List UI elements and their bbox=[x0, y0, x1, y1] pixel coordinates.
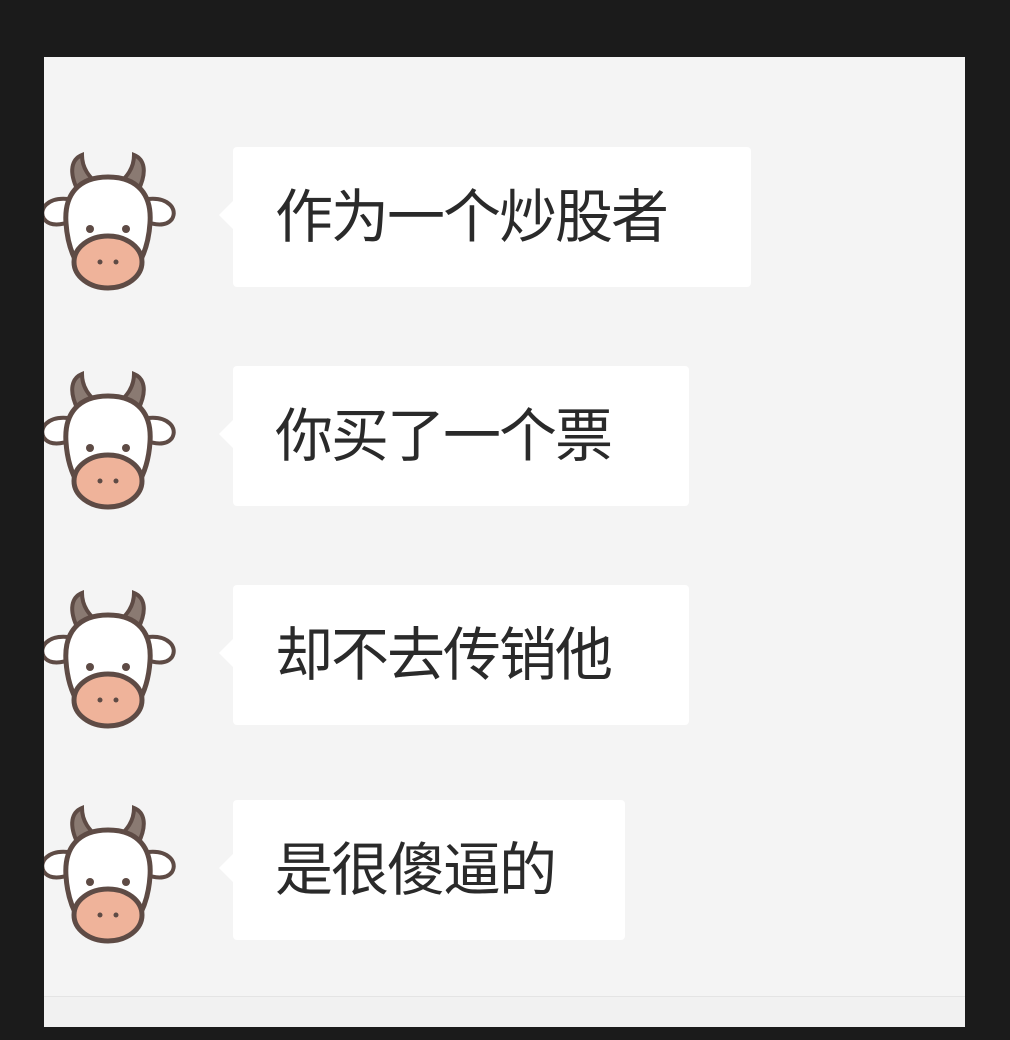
message-text: 你买了一个票 bbox=[275, 402, 613, 470]
message-bubble[interactable]: 是很傻逼的 bbox=[219, 800, 625, 940]
chat-panel: 作为一个炒股者 你买了一个票 却不去传销他 是很傻逼的 bbox=[44, 57, 965, 1027]
input-area-edge bbox=[44, 996, 965, 1027]
message-text: 是很傻逼的 bbox=[275, 836, 557, 904]
message-row: 你买了一个票 bbox=[44, 366, 944, 516]
cow-avatar[interactable] bbox=[44, 147, 188, 297]
message-row: 作为一个炒股者 bbox=[44, 147, 944, 297]
message-text: 作为一个炒股者 bbox=[275, 183, 669, 251]
cow-avatar[interactable] bbox=[44, 366, 188, 516]
message-bubble[interactable]: 作为一个炒股者 bbox=[219, 147, 751, 287]
cow-avatar[interactable] bbox=[44, 585, 188, 735]
message-row: 却不去传销他 bbox=[44, 585, 944, 735]
message-text: 却不去传销他 bbox=[275, 621, 613, 689]
screenshot-frame: 作为一个炒股者 你买了一个票 却不去传销他 是很傻逼的 bbox=[0, 0, 1010, 1040]
message-bubble[interactable]: 却不去传销他 bbox=[219, 585, 689, 725]
cow-icon bbox=[44, 371, 176, 510]
cow-avatar[interactable] bbox=[44, 800, 188, 950]
cow-icon bbox=[44, 152, 176, 291]
message-bubble[interactable]: 你买了一个票 bbox=[219, 366, 689, 506]
cow-icon bbox=[44, 590, 176, 729]
cow-icon bbox=[44, 805, 176, 944]
message-row: 是很傻逼的 bbox=[44, 800, 944, 950]
